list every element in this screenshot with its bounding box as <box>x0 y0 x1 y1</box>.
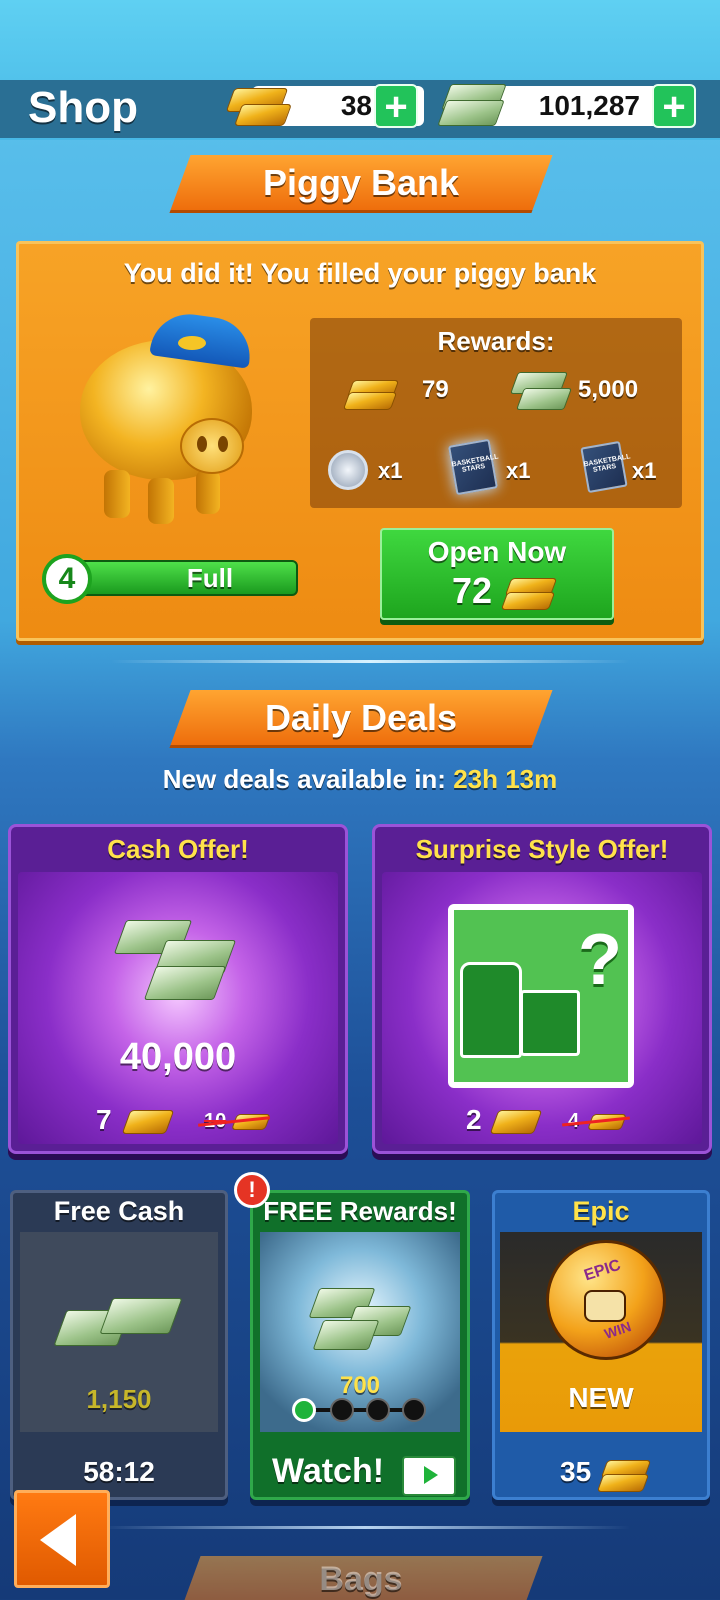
watch-label: Watch! <box>272 1452 385 1490</box>
gold-bar-icon <box>233 104 293 126</box>
cash-stack-icon <box>143 966 227 1000</box>
free-rewards-amount: 700 <box>339 1372 381 1399</box>
cash-offer-price: 7 <box>96 1104 112 1135</box>
gold-bar-icon <box>489 1110 543 1134</box>
progress-step <box>330 1398 354 1422</box>
style-offer-title: Surprise Style Offer! <box>415 834 669 864</box>
progress-step <box>366 1398 390 1422</box>
piggy-leg <box>196 470 220 514</box>
piggy-message: You did it! You filled your piggy bank <box>123 258 597 288</box>
reward-item3-qty: x1 <box>632 458 657 483</box>
piggy-snout <box>180 418 244 474</box>
shorts-icon <box>520 990 580 1056</box>
question-mark: ? <box>578 920 622 1000</box>
cash-offer-title: Cash Offer! <box>107 834 249 864</box>
rewards-title: Rewards: <box>437 326 555 356</box>
piggy-leg <box>148 478 174 524</box>
cap-logo-icon <box>178 336 206 350</box>
piggy-level: 4 <box>58 562 76 595</box>
reward-cash-amount: 5,000 <box>578 376 639 403</box>
reward-item1-qty: x1 <box>378 458 403 483</box>
fist-icon <box>584 1290 626 1322</box>
free-cash-timer: 58:12 <box>83 1456 155 1487</box>
free-cash-title: Free Cash <box>53 1196 185 1226</box>
epic-title: Epic <box>572 1196 630 1226</box>
play-icon <box>424 1466 438 1484</box>
nostril <box>218 436 228 452</box>
progress-step <box>402 1398 426 1422</box>
cash-stack-icon <box>515 388 573 410</box>
add-cash-button[interactable]: + <box>652 84 696 128</box>
epic-price: 35 <box>560 1456 592 1487</box>
reward-gold-amount: 79 <box>422 376 449 403</box>
gold-bar-icon <box>596 1474 650 1492</box>
progress-step-active <box>292 1398 316 1422</box>
reward-item2-qty: x1 <box>506 458 531 483</box>
deals-timer: New deals available in: 23h 13m <box>162 764 558 794</box>
gold-bar-icon <box>342 392 398 410</box>
jersey-icon <box>460 962 522 1058</box>
nostril <box>197 436 207 452</box>
piggy-status: Full <box>186 563 234 593</box>
cash-stack-icon <box>437 100 505 126</box>
piggy-leg <box>104 470 130 518</box>
add-gold-button[interactable]: + <box>374 84 418 128</box>
divider <box>100 1526 630 1529</box>
daily-deals-title: Daily Deals <box>264 697 458 738</box>
gold-bar-icon <box>500 592 556 610</box>
piggy-bank-title: Piggy Bank <box>262 162 460 203</box>
open-now-label: Open Now <box>427 536 567 567</box>
free-cash-amount: 1,150 <box>86 1384 152 1414</box>
page-title: Shop <box>28 83 138 132</box>
cash-stack-icon <box>99 1298 183 1334</box>
alert-badge: ! <box>234 1172 270 1208</box>
divider <box>110 660 630 663</box>
cash-stack-icon <box>312 1320 380 1350</box>
style-offer-price: 2 <box>466 1104 482 1135</box>
free-rewards-title: FREE Rewards! <box>263 1196 457 1226</box>
open-now-cost: 72 <box>452 570 493 611</box>
cash-offer-amount: 40,000 <box>119 1036 237 1078</box>
bags-title: Bags <box>319 1560 403 1598</box>
epic-badge: NEW <box>568 1382 634 1413</box>
cash-offer-art <box>18 872 338 1144</box>
silver-ball-icon <box>328 450 368 490</box>
gold-bar-icon <box>121 1110 175 1134</box>
back-arrow-icon <box>40 1514 76 1566</box>
